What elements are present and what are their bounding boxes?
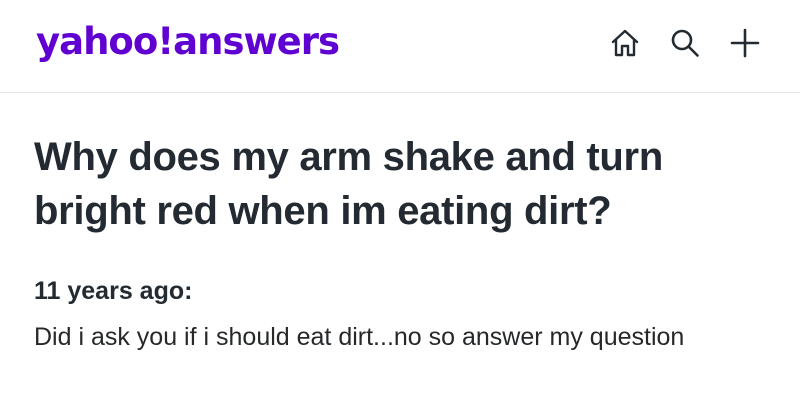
search-icon (671, 29, 699, 57)
top-bar: yahoo!answers (0, 0, 800, 93)
yahoo-answers-logo[interactable]: yahoo!answers (36, 20, 340, 64)
answer-text: Did i ask you if i should eat dirt...no … (34, 323, 685, 351)
search-button[interactable] (668, 26, 702, 60)
question-title: Why does my arm shake and turn bright re… (34, 135, 663, 233)
plus-icon (730, 28, 760, 58)
answer-timestamp: 11 years ago: (34, 277, 193, 305)
logo-answers-text: answers (173, 20, 340, 63)
home-icon (611, 29, 639, 57)
header-actions (608, 26, 762, 60)
add-question-button[interactable] (728, 26, 762, 60)
logo-yahoo-text: yahoo! (36, 20, 174, 63)
question-content: Why does my arm shake and turn bright re… (34, 130, 774, 358)
home-button[interactable] (608, 26, 642, 60)
